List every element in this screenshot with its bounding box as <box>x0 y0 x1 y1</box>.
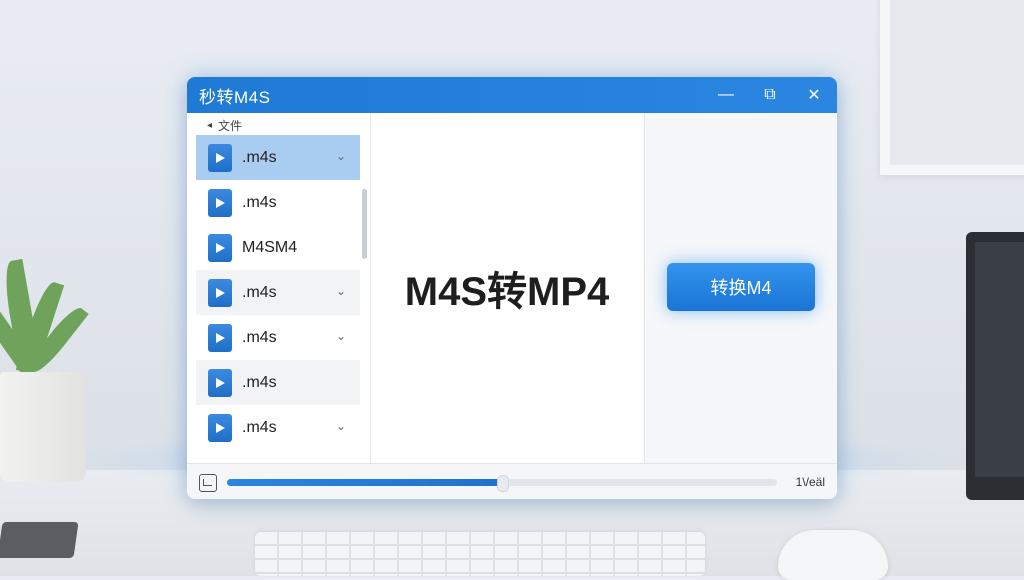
file-name: .m4s <box>242 193 277 211</box>
mouse <box>778 530 888 580</box>
file-name: M4SM4 <box>242 238 298 256</box>
wall-picture-frame <box>880 0 1024 175</box>
file-list-item[interactable]: M4SM4 <box>196 225 360 270</box>
chevron-down-icon[interactable]: ⌄ <box>336 329 346 343</box>
sidebar-header[interactable]: ◂ 文件 <box>207 117 242 134</box>
video-file-icon <box>208 323 232 352</box>
file-name: .m4s <box>242 283 277 301</box>
file-list: .m4s ⌄ .m4s M4SM4 .m4s ⌄ .m4s ⌄ .m4s .m4… <box>196 135 360 450</box>
file-list-item[interactable]: .m4s <box>196 180 360 225</box>
main-heading: M4S转MP4 <box>404 270 610 314</box>
plant-pot <box>0 372 86 482</box>
restore-button[interactable]: ⧉ <box>757 83 783 107</box>
window-title: 秒转M4S <box>199 87 271 107</box>
progress-slider[interactable] <box>227 475 777 492</box>
close-button[interactable]: ✕ <box>801 83 827 107</box>
video-file-icon <box>208 143 232 172</box>
video-file-icon <box>208 413 232 442</box>
restore-icon: ⧉ <box>764 86 776 103</box>
file-name: .m4s <box>242 373 277 391</box>
video-file-icon <box>208 233 232 262</box>
file-name: .m4s <box>242 148 277 166</box>
file-list-item[interactable]: .m4s ⌄ <box>196 270 360 315</box>
collapse-arrow-icon: ◂ <box>207 120 213 131</box>
file-sidebar: ◂ 文件 .m4s ⌄ .m4s M4SM4 .m4s ⌄ .m4s ⌄ .m4… <box>187 113 371 463</box>
sidebar-scrollbar[interactable] <box>362 189 367 259</box>
sidebar-header-label: 文件 <box>218 119 243 133</box>
video-file-icon <box>208 368 232 397</box>
app-window: 秒转M4S — ⧉ ✕ ◂ 文件 .m4s ⌄ .m4s M4SM4 .m4s … <box>187 77 837 499</box>
video-file-icon <box>208 278 232 307</box>
file-name: .m4s <box>242 328 277 346</box>
chevron-down-icon[interactable]: ⌄ <box>336 419 346 433</box>
minimize-icon: — <box>718 86 734 103</box>
close-icon: ✕ <box>807 87 821 104</box>
chevron-down-icon[interactable]: ⌄ <box>336 149 346 163</box>
status-bar: 1\/еäl <box>187 463 837 499</box>
progress-fill <box>227 479 502 486</box>
file-list-item[interactable]: .m4s <box>196 360 360 405</box>
progress-handle[interactable] <box>497 475 509 492</box>
video-file-icon <box>208 188 232 217</box>
file-list-item[interactable]: .m4s ⌄ <box>196 405 360 450</box>
action-pane: 转换M4 <box>644 113 837 463</box>
status-text: 1\/еäl <box>795 475 825 489</box>
chevron-down-icon[interactable]: ⌄ <box>336 284 346 298</box>
title-bar[interactable]: 秒转M4S — ⧉ ✕ <box>187 77 837 113</box>
export-file-icon[interactable] <box>199 474 217 492</box>
minimize-button[interactable]: — <box>713 83 739 107</box>
file-list-item[interactable]: .m4s ⌄ <box>196 315 360 360</box>
file-name: .m4s <box>242 418 277 436</box>
file-list-item[interactable]: .m4s ⌄ <box>196 135 360 180</box>
background-monitor-screen <box>975 242 1024 477</box>
keyboard <box>255 532 705 576</box>
convert-button[interactable]: 转换M4 <box>667 263 815 311</box>
phone <box>0 522 79 558</box>
preview-pane: M4S转MP4 <box>371 113 643 463</box>
